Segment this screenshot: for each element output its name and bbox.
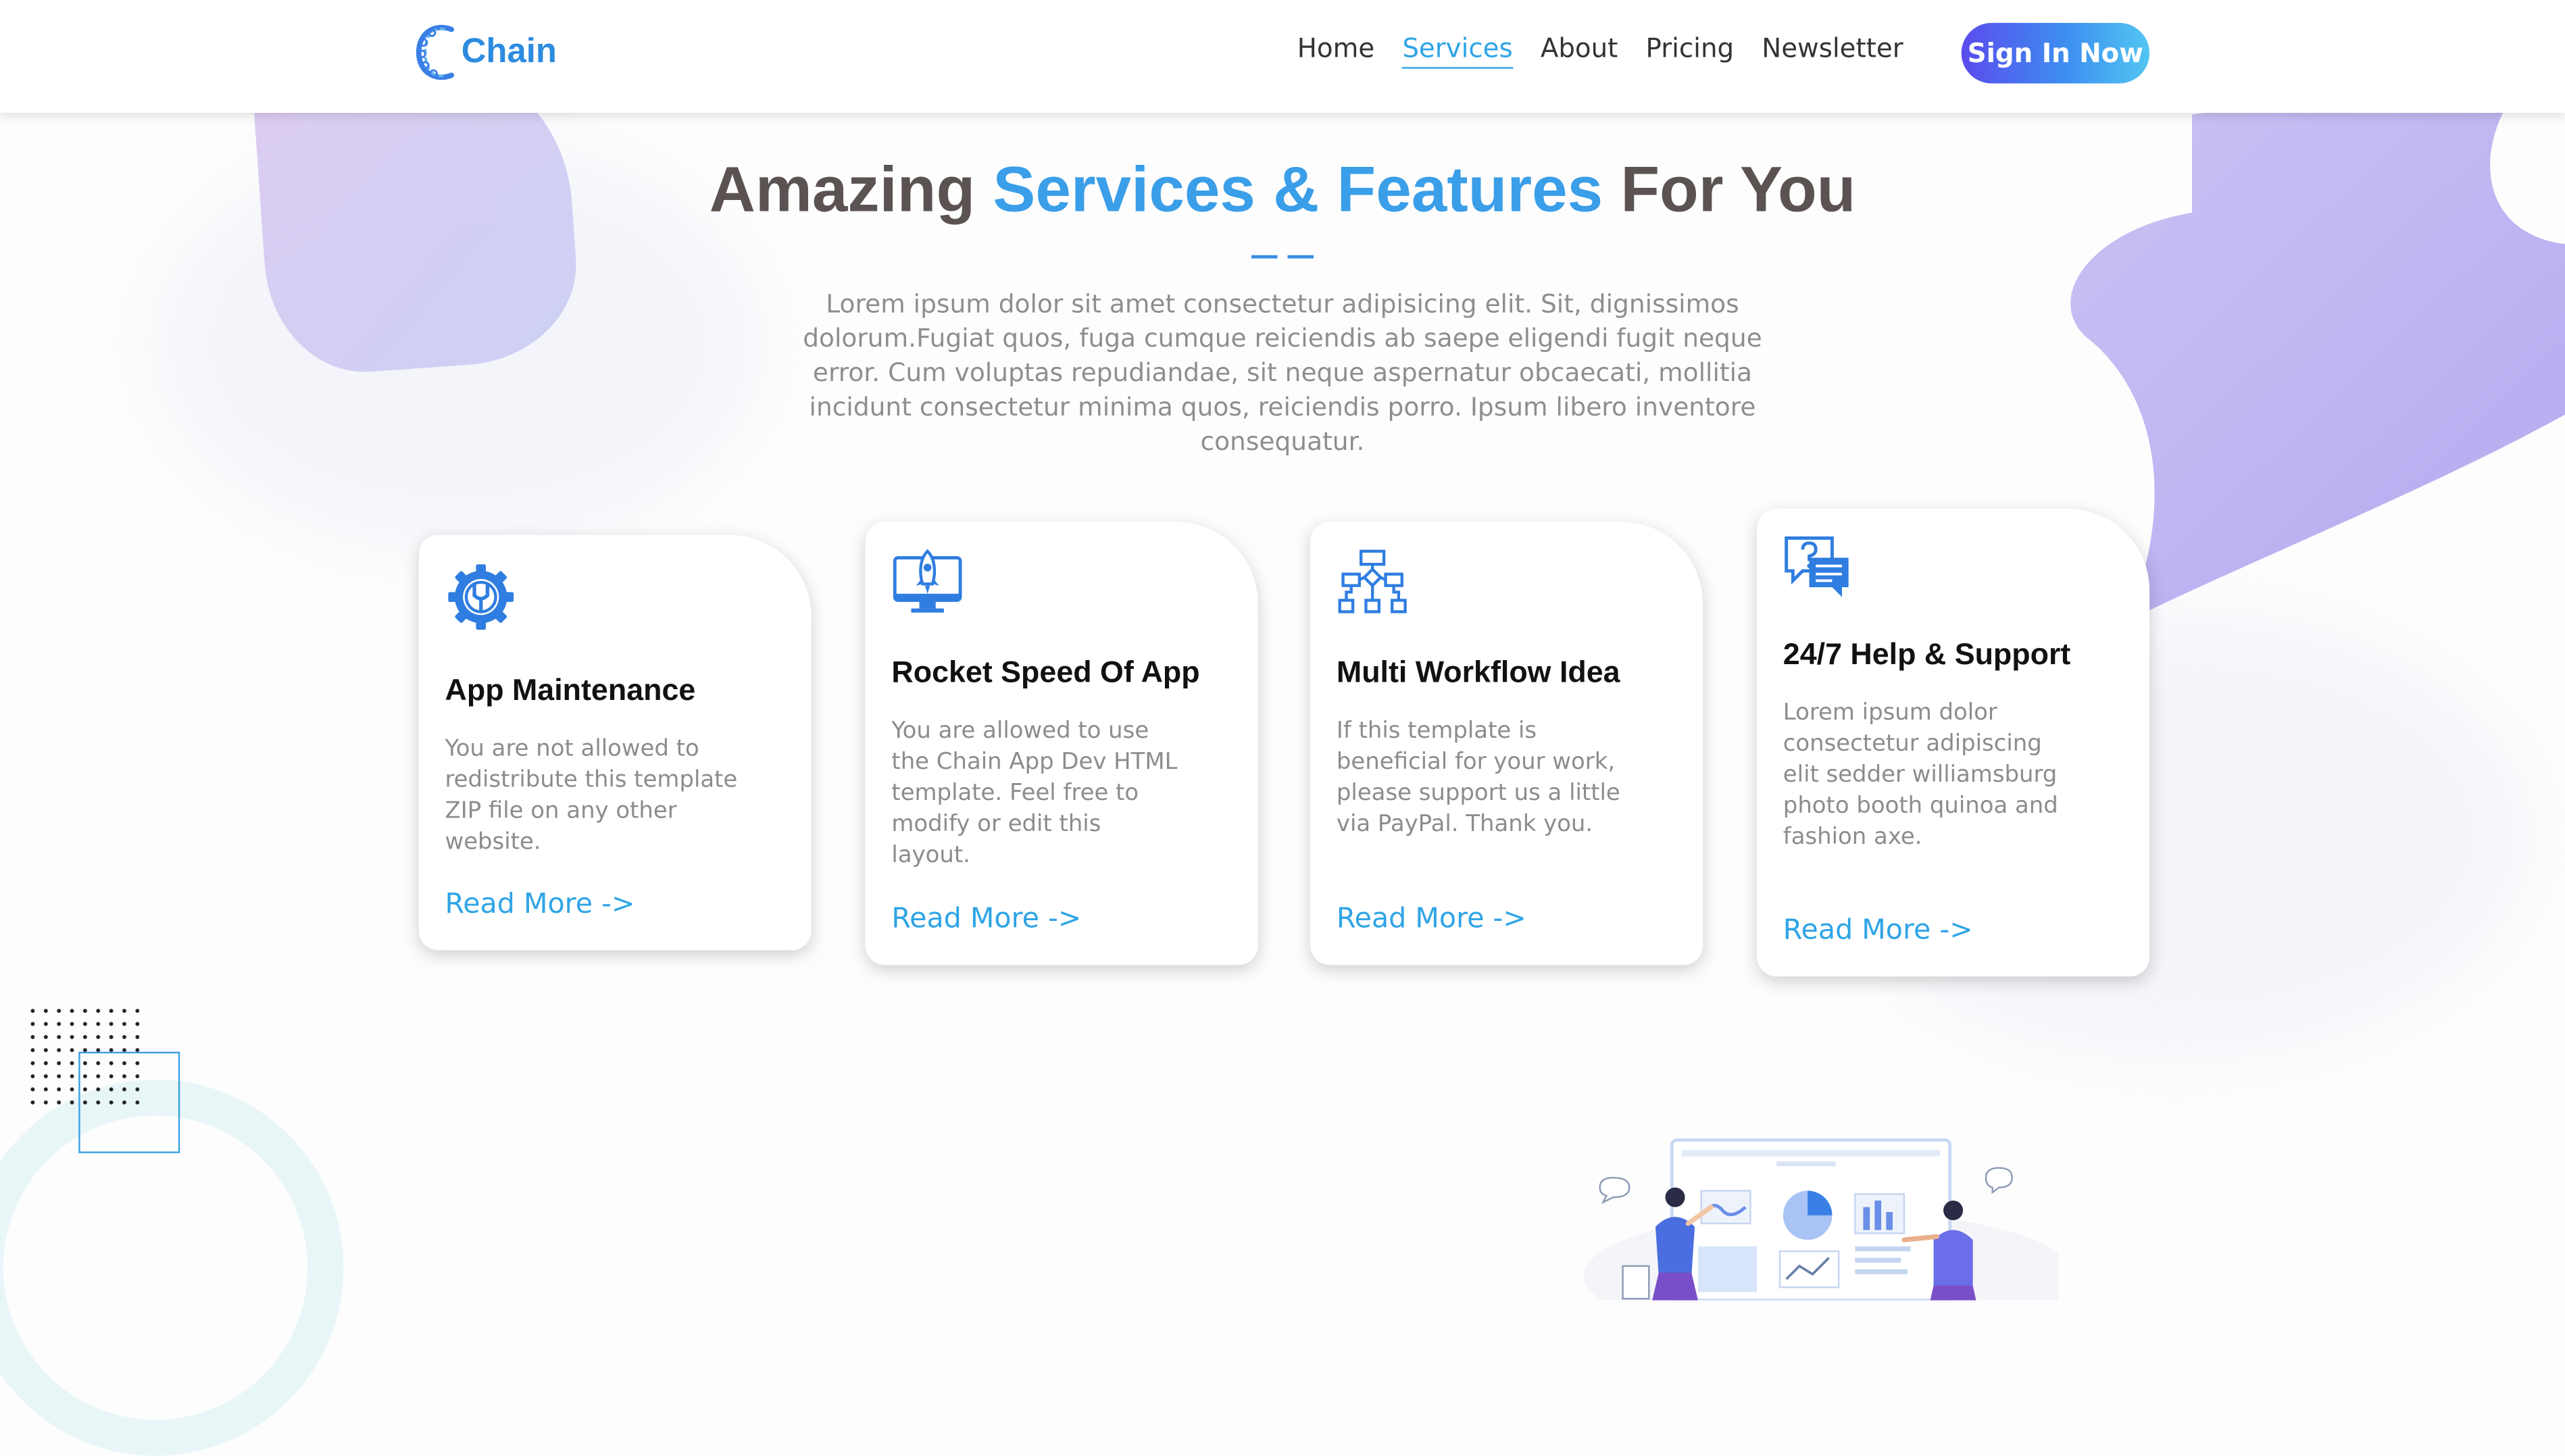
main-nav: Home Services About Pricing Newsletter [1297,32,1931,69]
read-more-link[interactable]: Read More -> [891,903,1081,935]
help-chat-icon [1785,536,1849,597]
nav-pricing[interactable]: Pricing [1646,32,1735,68]
card-text: Lorem ipsum dolor consectetur adipiscing… [1783,700,2058,851]
analytics-illustration [1583,1138,2058,1301]
service-card-rocket-speed: Rocket Speed Of App You are allowed to u… [865,522,1258,965]
decorative-outline-square [78,1051,180,1153]
workflow-icon [1338,549,1407,613]
service-card-help-support: 24/7 Help & Support Lorem ipsum dolor co… [1757,508,2150,977]
card-text: You are not allowed to redistribute this… [445,736,738,856]
logo-text: Chain [461,32,557,71]
read-more-link[interactable]: Read More -> [1337,903,1526,935]
nav-newsletter[interactable]: Newsletter [1762,32,1903,68]
card-title: App Maintenance [445,672,696,707]
nav-services[interactable]: Services [1402,32,1513,69]
card-text: You are allowed to use the Chain App Dev… [891,718,1178,869]
gear-wrench-icon [448,564,514,630]
title-part-2: For You [1620,155,1856,226]
site-header: Chain Home Services About Pricing Newsle… [0,0,2565,114]
section-description: Lorem ipsum dolor sit amet consectetur a… [803,289,1762,457]
title-highlight: Services & Features [993,155,1603,226]
sign-in-button[interactable]: Sign In Now [1961,22,2150,84]
title-part-1: Amazing [709,155,976,226]
card-text: If this template is beneficial for your … [1336,718,1620,838]
logo[interactable]: Chain [412,20,557,85]
card-title: Rocket Speed Of App [891,654,1200,689]
read-more-link[interactable]: Read More -> [1783,914,1973,947]
card-title: Multi Workflow Idea [1336,654,1620,689]
title-underline [1251,255,1314,259]
nav-about[interactable]: About [1541,32,1618,68]
nav-home[interactable]: Home [1297,32,1374,68]
section-title: Amazing Services & Features For You [0,155,2565,228]
card-title: 24/7 Help & Support [1783,636,2071,671]
rocket-monitor-icon [893,549,962,613]
chain-logo-icon [416,24,455,80]
service-card-app-maintenance: App Maintenance You are not allowed to r… [418,534,812,951]
service-card-multi-workflow: Multi Workflow Idea If this template is … [1310,522,1703,965]
read-more-link[interactable]: Read More -> [445,888,634,921]
